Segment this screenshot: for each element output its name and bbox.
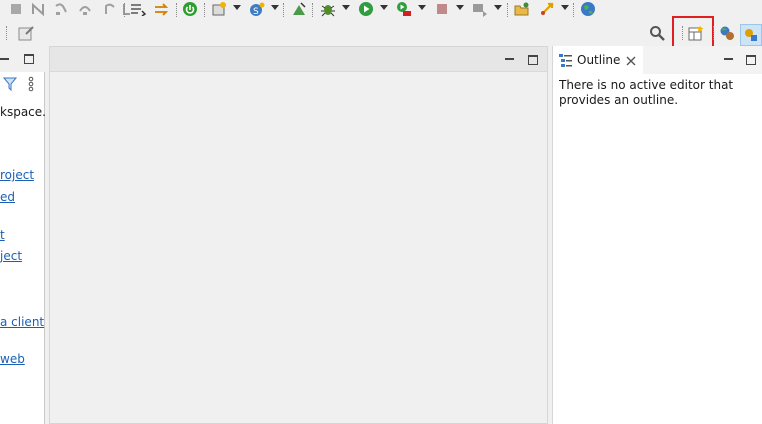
search-icon[interactable]	[648, 24, 666, 42]
external-tool-dropdown-icon[interactable]	[418, 5, 426, 10]
toolbar-separator	[682, 26, 684, 40]
java-ee-perspective-icon[interactable]	[718, 24, 736, 42]
main-toolbar: S	[0, 0, 762, 20]
secondary-toolbar	[0, 16, 762, 54]
toolbar-separator	[573, 3, 575, 17]
quick-launch-icon[interactable]	[538, 0, 556, 18]
step-return-icon[interactable]	[100, 0, 118, 18]
globe-icon[interactable]	[579, 0, 597, 18]
toolbar-separator	[312, 3, 314, 17]
toolbar-separator	[176, 3, 178, 17]
editor-maximize-icon[interactable]	[528, 55, 538, 65]
outline-tab-label: Outline	[577, 53, 621, 67]
open-folder-icon[interactable]	[513, 0, 531, 18]
editor-minimize-icon[interactable]	[505, 58, 514, 60]
launch-target-dropdown-icon[interactable]	[494, 5, 502, 10]
open-perspective-icon[interactable]	[687, 24, 705, 42]
outline-icon	[557, 51, 575, 69]
filter-icon[interactable]	[1, 75, 19, 93]
outline-panel: Outline There is no active editor that p…	[552, 46, 762, 424]
minimize-icon[interactable]	[0, 58, 9, 60]
outline-minimize-icon[interactable]	[724, 58, 733, 60]
toolbar-separator	[204, 3, 206, 17]
left-panel-header	[0, 46, 45, 72]
spring-starter-dropdown-icon[interactable]	[271, 5, 279, 10]
run-dropdown-icon[interactable]	[380, 5, 388, 10]
outline-header: Outline	[553, 46, 762, 74]
close-icon[interactable]	[622, 52, 640, 70]
edit-icon[interactable]	[17, 24, 35, 42]
outline-maximize-icon[interactable]	[746, 55, 756, 65]
use-step-filters-icon[interactable]	[129, 0, 147, 18]
workspace-message: kspace.	[0, 105, 46, 119]
quick-launch-dropdown-icon[interactable]	[561, 5, 569, 10]
terminate-icon[interactable]	[433, 0, 451, 18]
open-type-icon[interactable]	[290, 0, 308, 18]
outline-message-line-2: provides an outline.	[559, 93, 679, 107]
create-project-link[interactable]: roject	[0, 168, 34, 182]
import-project-link[interactable]: t	[0, 228, 5, 242]
toolbar-separator	[507, 3, 509, 17]
java-perspective-icon[interactable]	[740, 24, 762, 46]
stop-icon[interactable]	[7, 0, 25, 18]
step-over-icon[interactable]	[76, 0, 94, 18]
maximize-icon[interactable]	[24, 54, 34, 64]
skip-breakpoints-icon[interactable]	[153, 0, 171, 18]
outline-message: There is no active editor that provides …	[559, 78, 733, 108]
spring-boot-icon[interactable]	[181, 0, 199, 18]
create-client-link[interactable]: a client	[0, 315, 44, 329]
toolbar-separator	[713, 26, 715, 40]
disconnect-icon[interactable]	[29, 0, 47, 18]
new-server-dropdown-icon[interactable]	[233, 5, 241, 10]
debug-icon[interactable]	[319, 0, 337, 18]
run-external-tool-icon[interactable]	[395, 0, 413, 18]
outline-message-line-1: There is no active editor that	[559, 78, 734, 92]
view-menu-icon[interactable]	[22, 75, 40, 93]
tab-outline[interactable]: Outline	[553, 46, 643, 74]
svg-text:S: S	[253, 7, 259, 17]
launch-target-icon[interactable]	[471, 0, 489, 18]
editor-area	[49, 46, 548, 424]
step-into-icon[interactable]	[52, 0, 70, 18]
new-spring-starter-icon[interactable]: S	[248, 0, 266, 18]
editor-header	[50, 47, 547, 72]
toolbar-separator	[283, 3, 285, 17]
terminate-dropdown-icon[interactable]	[456, 5, 464, 10]
create-project-from-link[interactable]: ed	[0, 190, 15, 204]
run-icon[interactable]	[357, 0, 375, 18]
project-explorer-panel: kspace. roject ed t ject a client web	[0, 46, 46, 424]
toolbar-separator	[124, 3, 126, 17]
new-server-icon[interactable]	[210, 0, 228, 18]
toolbar-separator	[6, 26, 8, 40]
import-existing-project-link[interactable]: ject	[0, 249, 22, 263]
debug-dropdown-icon[interactable]	[342, 5, 350, 10]
create-web-project-link[interactable]: web	[0, 352, 25, 366]
